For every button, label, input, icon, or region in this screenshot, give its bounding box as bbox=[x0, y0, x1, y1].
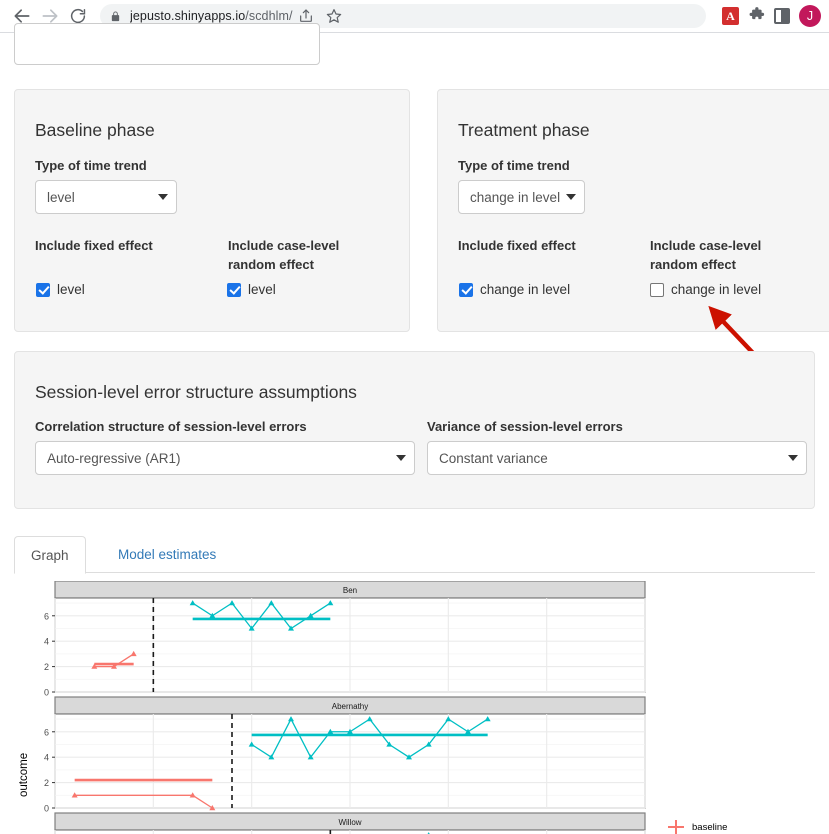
baseline-fixed-effect-checkbox-label: level bbox=[57, 282, 85, 297]
y-axis-label: outcome bbox=[18, 752, 30, 797]
baseline-random-effect-checkbox-row[interactable]: level bbox=[227, 282, 276, 297]
chevron-down-icon bbox=[788, 455, 798, 461]
treatment-trend-select[interactable]: change in level bbox=[458, 180, 586, 214]
treatment-fixed-effect-checkbox[interactable] bbox=[459, 282, 473, 297]
treatment-fixed-effect-checkbox-label: change in level bbox=[480, 282, 571, 297]
tab-bar: Graph Model estimates bbox=[14, 536, 815, 574]
treatment-random-effect-checkbox-row[interactable]: change in level bbox=[650, 282, 761, 297]
tab-model-estimates-label: Model estimates bbox=[118, 547, 217, 562]
treatment-trend-value: change in level bbox=[470, 189, 561, 205]
panel-willow: Willow0246 bbox=[54, 812, 646, 834]
pdf-extension-icon[interactable]: A bbox=[722, 7, 739, 25]
annotation-arrow-icon bbox=[708, 305, 755, 355]
treatment-random-effect-label: Include case-level random effect bbox=[650, 238, 762, 272]
legend-item-baseline: baseline bbox=[666, 819, 732, 834]
chevron-down-icon bbox=[158, 194, 168, 200]
correlation-structure-value: Auto-regressive (AR1) bbox=[47, 450, 181, 466]
baseline-fixed-effect-checkbox[interactable] bbox=[36, 282, 50, 297]
treatment-random-effect-checkbox-label: change in level bbox=[671, 282, 762, 297]
y-tick-label: 0 bbox=[44, 688, 49, 698]
baseline-trend-label: Type of time trend bbox=[35, 158, 147, 173]
variance-select[interactable]: Constant variance bbox=[427, 441, 807, 475]
variance-label: Variance of session-level errors bbox=[427, 419, 623, 434]
legend-label-baseline: baseline bbox=[692, 821, 728, 833]
treatment-fixed-effect-checkbox-row[interactable]: change in level bbox=[459, 282, 570, 297]
baseline-random-effect-label: Include case-level random effect bbox=[228, 238, 340, 272]
panel-ben: Ben 0 2 4 6 bbox=[44, 581, 646, 698]
chevron-down-icon bbox=[566, 194, 577, 200]
treatment-phase-title: Treatment phase bbox=[458, 120, 590, 140]
y-tick-label: 4 bbox=[44, 753, 49, 763]
y-tick-label: 0 bbox=[44, 804, 49, 814]
star-icon[interactable] bbox=[321, 3, 347, 29]
y-tick-label: 6 bbox=[44, 727, 49, 737]
error-structure-panel: Session-level error structure assumption… bbox=[14, 351, 815, 509]
panel-abernathy: Abernathy 0 2 4 6 bbox=[44, 696, 646, 814]
variance-value: Constant variance bbox=[439, 450, 548, 466]
truncated-select-above[interactable] bbox=[14, 23, 320, 65]
chevron-down-icon bbox=[396, 455, 406, 461]
panel-title-ben: Ben bbox=[343, 586, 357, 595]
outcome-plot: Ben 0 2 4 6 Abernathy 0 2 4 6 Willow0246 bbox=[44, 581, 646, 834]
baseline-fixed-effect-checkbox-row[interactable]: level bbox=[36, 282, 85, 297]
panel-title-abernathy: Abernathy bbox=[332, 702, 368, 711]
baseline-random-effect-checkbox[interactable] bbox=[227, 282, 241, 297]
page-content: Baseline phase Type of time trend level … bbox=[0, 23, 829, 834]
url-text: jepusto.shinyapps.io/scdhlm/ bbox=[130, 9, 293, 23]
correlation-structure-label: Correlation structure of session-level e… bbox=[35, 419, 307, 434]
baseline-trend-select[interactable]: level bbox=[35, 180, 177, 214]
error-structure-title: Session-level error structure assumption… bbox=[35, 382, 357, 402]
treatment-random-effect-checkbox[interactable] bbox=[650, 282, 664, 297]
y-tick-label: 6 bbox=[44, 611, 49, 621]
treatment-trend-label: Type of time trend bbox=[458, 158, 570, 173]
puzzle-piece-icon[interactable] bbox=[748, 5, 765, 27]
y-tick-label: 4 bbox=[44, 637, 49, 647]
lock-icon bbox=[110, 10, 121, 23]
baseline-trend-value: level bbox=[47, 189, 75, 205]
treatment-phase-panel: Treatment phase Type of time trend chang… bbox=[437, 89, 829, 332]
panel-title-willow: Willow bbox=[338, 818, 361, 827]
tab-graph[interactable]: Graph bbox=[14, 536, 86, 574]
baseline-random-effect-checkbox-label: level bbox=[248, 282, 276, 297]
y-tick-label: 2 bbox=[44, 778, 49, 788]
treatment-fixed-effect-label: Include fixed effect bbox=[458, 238, 576, 253]
side-panel-icon[interactable] bbox=[774, 8, 790, 24]
baseline-fixed-effect-label: Include fixed effect bbox=[35, 238, 153, 253]
extension-icons: A J bbox=[722, 5, 821, 27]
tab-model-estimates[interactable]: Model estimates bbox=[102, 536, 232, 573]
plot-legend: baseline treatment bbox=[666, 819, 732, 834]
avatar[interactable]: J bbox=[799, 5, 821, 27]
y-tick-label: 2 bbox=[44, 662, 49, 672]
correlation-structure-select[interactable]: Auto-regressive (AR1) bbox=[35, 441, 415, 475]
baseline-phase-title: Baseline phase bbox=[35, 120, 155, 140]
legend-key-baseline-icon bbox=[666, 819, 686, 834]
baseline-phase-panel: Baseline phase Type of time trend level … bbox=[14, 89, 410, 332]
tab-graph-label: Graph bbox=[31, 547, 69, 563]
